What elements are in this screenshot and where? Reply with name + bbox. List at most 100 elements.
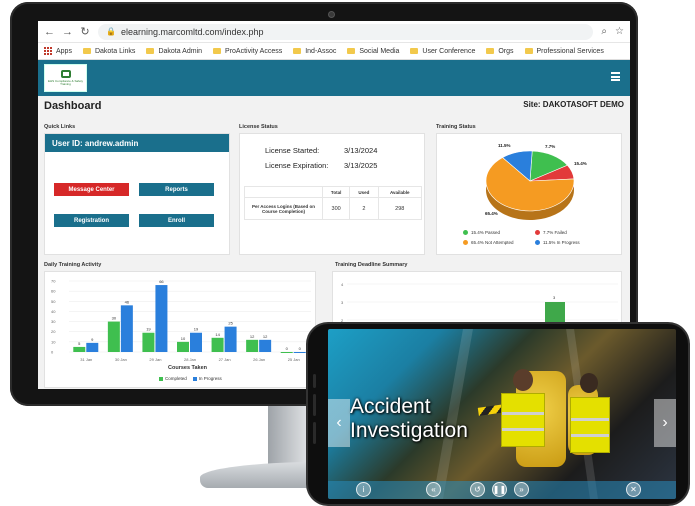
legend-failed: 7.7% Failed [535, 230, 567, 235]
bookmark-folder[interactable]: ProActivity Access [213, 48, 282, 55]
worker-head [580, 373, 598, 393]
bar-in-progress [293, 352, 306, 353]
license-status-card: License Started: 3/13/2024 License Expir… [239, 133, 425, 255]
bookmark-folder[interactable]: Dakota Links [82, 48, 135, 55]
training-status-label: Training Status [436, 124, 476, 130]
info-icon[interactable]: i [356, 482, 371, 497]
folder-icon [524, 48, 533, 54]
registration-button[interactable]: Registration [54, 214, 129, 227]
bar-completed [177, 341, 189, 352]
previous-slide-button[interactable]: ‹ [328, 399, 350, 447]
table-header: Available [377, 186, 423, 198]
license-started-value: 3/13/2024 [344, 146, 378, 155]
next-slide-button[interactable]: › [654, 399, 676, 447]
legend-in-progress: 11.5% In Progress [535, 240, 580, 245]
rewind-icon[interactable]: « [426, 482, 441, 497]
legend-swatch [535, 230, 540, 235]
x-tick-label: 31 Jan [80, 357, 92, 362]
bar-completed [73, 346, 86, 352]
enroll-button[interactable]: Enroll [139, 214, 214, 227]
user-id: User ID: andrew.admin [45, 134, 229, 152]
pie-label-in-progress: 11.5% [498, 143, 511, 148]
license-table: Total Used Available Per Access Logins (… [244, 186, 423, 220]
deadline-ytick: 3 [341, 300, 344, 305]
bookmark-apps[interactable]: Apps [44, 47, 72, 55]
zoom-icon[interactable]: ⌕ [601, 26, 607, 37]
video-player[interactable]: Accident Investigation ‹ › i « ↺ ❚❚ » ✕ [328, 329, 676, 499]
address-bar[interactable]: 🔒 elearning.marcomltd.com/index.php [98, 23, 594, 40]
quick-links-card: User ID: andrew.admin Message Center Rep… [44, 133, 230, 255]
worker-figure [566, 369, 616, 499]
bookmark-folder[interactable]: User Conference [410, 48, 475, 55]
company-logo[interactable]: EHS Compliance & Safety Training [44, 64, 87, 92]
bar-value-label: 25 [228, 321, 233, 326]
y-tick-label: 50 [51, 299, 56, 304]
url-text: elearning.marcomltd.com/index.php [120, 26, 264, 37]
bar-completed [107, 321, 120, 352]
deadline-ytick: 2 [341, 318, 344, 323]
bar-in-progress [86, 342, 99, 352]
table-cell: Per Access Logins (Based on Course Compl… [244, 197, 323, 220]
legend-swatch [463, 240, 468, 245]
site-name: Site: DAKOTASOFT DEMO [523, 100, 624, 109]
bookmark-folder[interactable]: Ind-Assoc [293, 48, 336, 55]
back-icon[interactable]: ← [44, 26, 55, 38]
y-tick-label: 10 [51, 339, 56, 344]
webcam [328, 11, 335, 18]
legend-not-attempted: 65.4% Not Attempted [463, 240, 514, 245]
bar-value-label: 19 [194, 327, 199, 332]
safety-vest [501, 393, 545, 447]
bar-completed [211, 337, 224, 352]
bar-value-label: 19 [146, 327, 151, 332]
reports-button[interactable]: Reports [139, 183, 214, 196]
folder-icon [486, 48, 495, 54]
table-header-row: Total Used Available [244, 186, 423, 198]
pause-icon[interactable]: ❚❚ [492, 482, 507, 497]
deadline-bar-value: 3 [553, 295, 556, 300]
bookmark-star-icon[interactable]: ☆ [615, 26, 624, 37]
y-tick-label: 0 [51, 350, 54, 355]
bookmark-folder[interactable]: Professional Services [524, 48, 604, 55]
video-title: Accident Investigation [350, 395, 468, 442]
bar-value-label: 12 [250, 334, 255, 339]
forward-icon[interactable]: » [514, 482, 529, 497]
legend-swatch [463, 230, 468, 235]
bookmark-folder[interactable]: Orgs [486, 48, 514, 55]
close-icon[interactable]: ✕ [626, 482, 641, 497]
logo-text: EHS Compliance & Safety Training [47, 79, 83, 86]
reload-icon[interactable]: ↻ [80, 25, 90, 38]
bar-legend: Completed In Progress [159, 376, 222, 381]
legend-swatch [535, 240, 540, 245]
bar-in-progress [224, 326, 237, 352]
license-started-label: License Started: [265, 146, 320, 155]
training-status-pie [485, 150, 575, 220]
bar-value-label: 12 [263, 334, 268, 339]
phone-button [313, 374, 316, 388]
replay-icon[interactable]: ↺ [470, 482, 485, 497]
license-status-label: License Status [239, 124, 278, 130]
table-header [244, 186, 323, 198]
x-tick-label: 27 Jan [219, 357, 231, 362]
folder-icon [213, 48, 222, 54]
forward-icon[interactable]: → [62, 26, 73, 38]
table-row: Per Access Logins (Based on Course Compl… [244, 197, 423, 220]
daily-activity-chart: 0102030405060705931 Jan304630 Jan196629 … [51, 279, 311, 362]
y-tick-label: 30 [51, 319, 56, 324]
bar-completed [246, 339, 259, 352]
y-tick-label: 70 [51, 279, 56, 284]
folder-icon [410, 48, 419, 54]
bar-value-label: 66 [159, 279, 164, 284]
daily-activity-label: Daily Training Activity [44, 262, 102, 268]
menu-icon[interactable] [611, 72, 620, 81]
x-tick-label: 28 Jan [184, 357, 196, 362]
bar-value-label: 14 [215, 332, 220, 337]
message-center-button[interactable]: Message Center [54, 183, 129, 196]
bookmark-folder[interactable]: Dakota Admin [146, 48, 202, 55]
table-cell: 2 [349, 197, 379, 220]
quick-links-label: Quick Links [44, 124, 76, 130]
folder-icon [293, 48, 302, 54]
deadline-summary-label: Training Deadline Summary [335, 262, 408, 268]
bookmark-folder[interactable]: Social Media [347, 48, 399, 55]
deadline-ytick: 4 [341, 282, 344, 287]
x-tick-label: 26 Jan [253, 357, 265, 362]
